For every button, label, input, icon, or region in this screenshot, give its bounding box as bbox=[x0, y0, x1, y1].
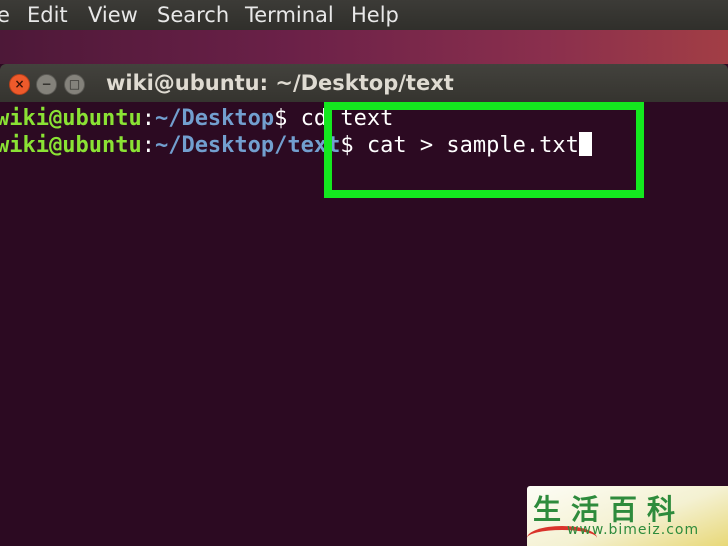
window-title: wiki@ubuntu: ~/Desktop/text bbox=[106, 71, 454, 95]
prompt-colon: : bbox=[141, 106, 155, 131]
menu-help[interactable]: Help bbox=[351, 0, 399, 30]
maximize-icon[interactable]: □ bbox=[64, 74, 85, 95]
watermark-url: www.bimeiz.com bbox=[567, 522, 700, 538]
menu-file[interactable]: e bbox=[0, 0, 10, 30]
desktop-background bbox=[0, 30, 728, 64]
prompt-symbol: $ bbox=[274, 106, 301, 131]
prompt-user: wiki@ubuntu bbox=[0, 106, 142, 131]
minimize-icon[interactable]: − bbox=[36, 74, 57, 95]
menu-view[interactable]: View bbox=[88, 0, 138, 30]
menu-bar: e Edit View Search Terminal Help bbox=[0, 0, 728, 30]
prompt-colon: : bbox=[141, 133, 155, 158]
prompt-path: ~/Desktop bbox=[154, 106, 275, 131]
menu-search[interactable]: Search bbox=[157, 0, 229, 30]
watermark-logo: 生活百科 www.bimeiz.com bbox=[527, 486, 728, 546]
prompt-user: wiki@ubuntu bbox=[0, 133, 142, 158]
menu-edit[interactable]: Edit bbox=[27, 0, 68, 30]
window-titlebar[interactable]: × − □ wiki@ubuntu: ~/Desktop/text bbox=[0, 64, 728, 102]
menu-terminal[interactable]: Terminal bbox=[245, 0, 334, 30]
close-icon[interactable]: × bbox=[9, 74, 30, 95]
highlight-annotation-box bbox=[324, 102, 644, 198]
prompt-path: ~/Desktop/text bbox=[154, 133, 341, 158]
